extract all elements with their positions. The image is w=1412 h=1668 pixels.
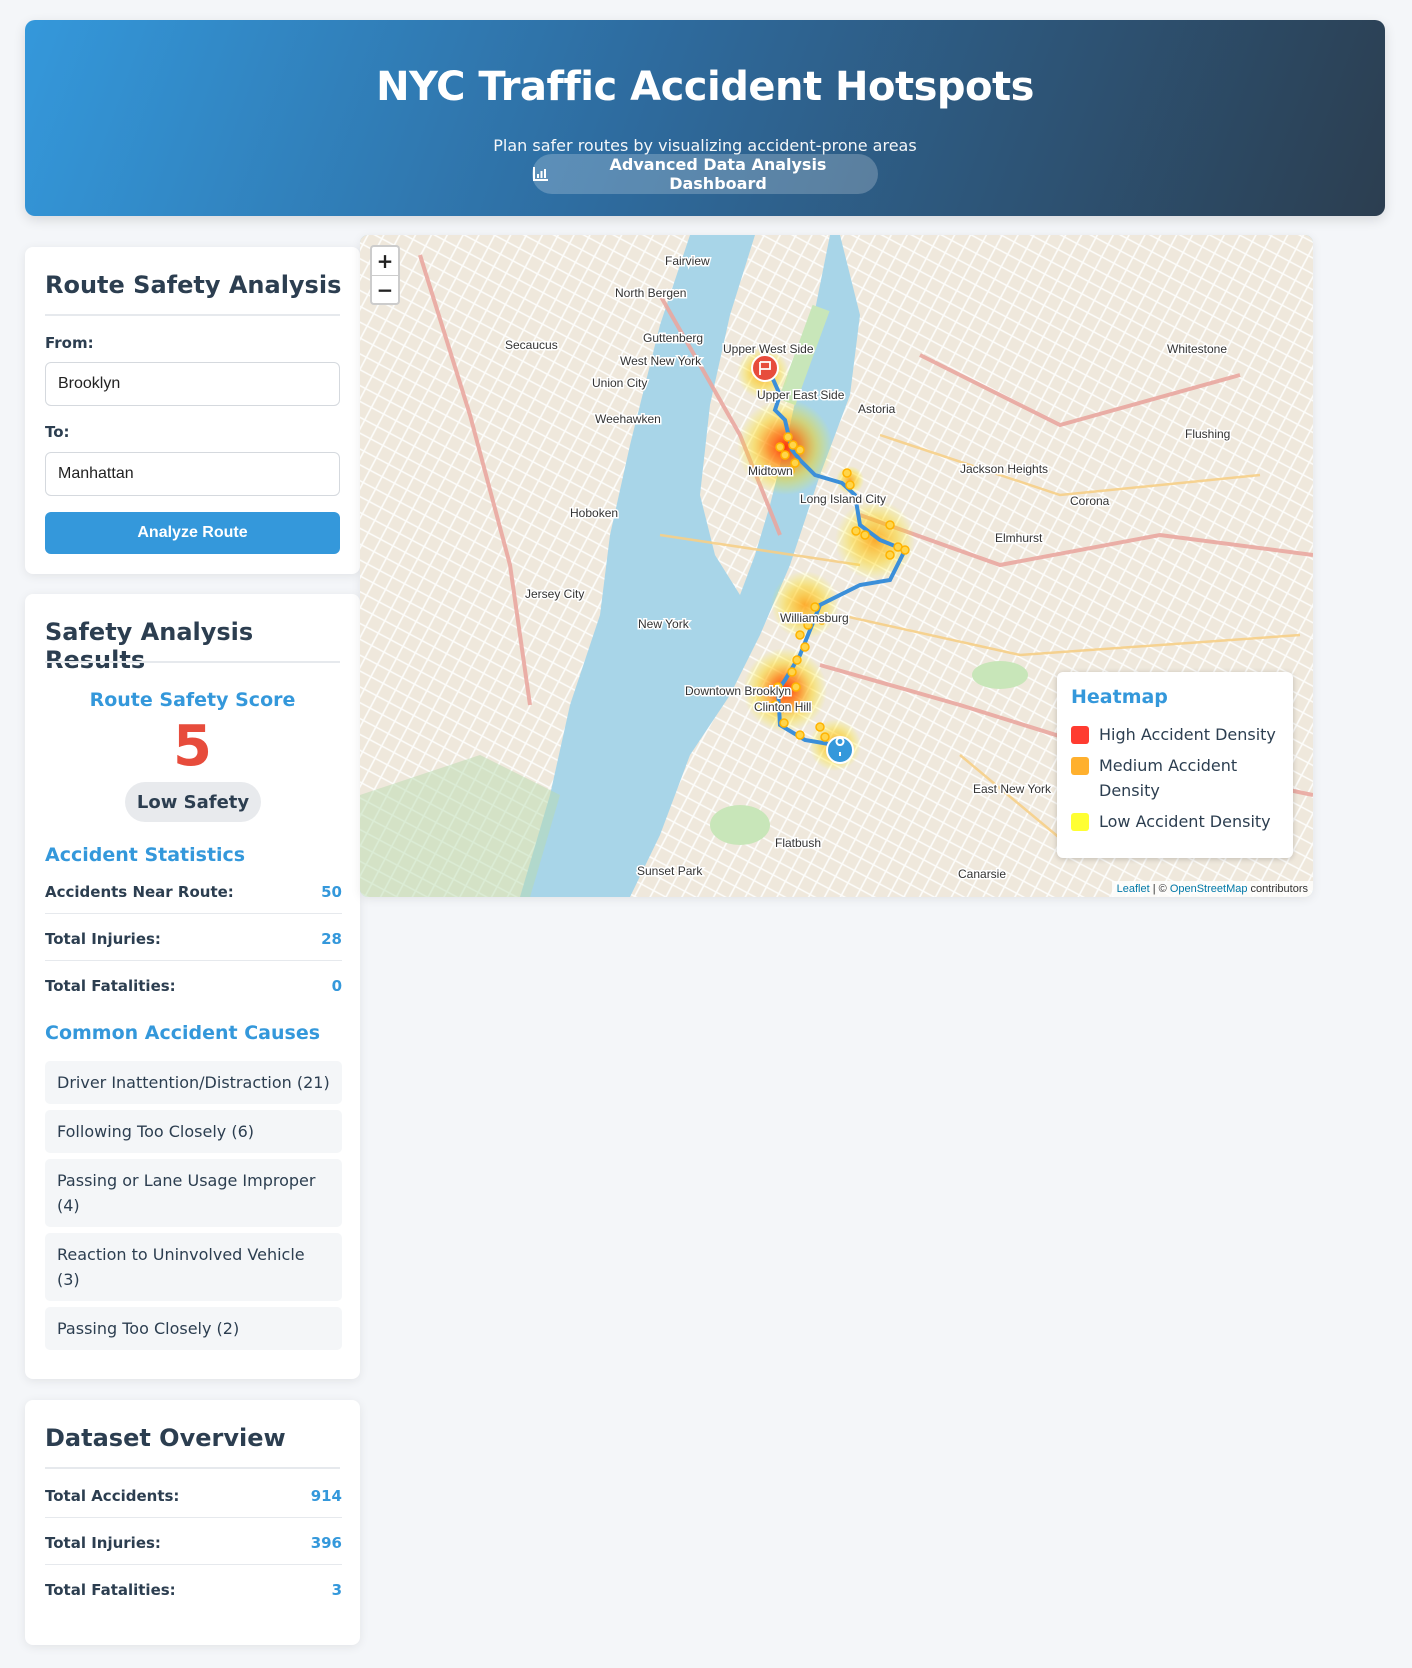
- to-input[interactable]: [45, 452, 340, 496]
- map-place-label: Clinton Hill: [754, 700, 811, 714]
- legend-swatch: [1071, 757, 1089, 775]
- stat-value: 0: [331, 977, 342, 995]
- stat-value: 3: [331, 1581, 342, 1599]
- cause-item: Following Too Closely (6): [45, 1110, 342, 1153]
- divider: [45, 314, 340, 316]
- osm-link[interactable]: OpenStreetMap: [1170, 883, 1248, 895]
- map-place-label: Jersey City: [525, 587, 584, 601]
- map-place-label: Downtown Brooklyn: [685, 684, 791, 698]
- results-card: Safety Analysis Results Route Safety Sco…: [25, 594, 360, 1379]
- map[interactable]: Fairview North Bergen Guttenberg Secaucus We…: [360, 235, 1313, 897]
- dataset-card: Dataset Overview Total Accidents: 914 To…: [25, 1400, 360, 1645]
- leaflet-link[interactable]: Leaflet: [1117, 883, 1150, 895]
- stat-label: Total Injuries:: [45, 929, 161, 948]
- legend-title: Heatmap: [1071, 686, 1168, 708]
- map-place-label: Canarsie: [958, 867, 1006, 881]
- map-place-label: Hoboken: [570, 506, 618, 520]
- score-title: Route Safety Score: [89, 689, 296, 711]
- dataset-row-accidents: Total Accidents: 914: [45, 1474, 342, 1518]
- cause-item: Reaction to Uninvolved Vehicle (3): [45, 1233, 342, 1301]
- dataset-row-fatalities: Total Fatalities: 3: [45, 1568, 342, 1612]
- stat-row-accidents: Accidents Near Route: 50: [45, 870, 342, 914]
- page-header: NYC Traffic Accident Hotspots Plan safer…: [25, 20, 1385, 216]
- safety-score: 5: [173, 714, 212, 779]
- map-place-label: Flushing: [1185, 427, 1230, 441]
- results-title: Safety Analysis Results: [45, 618, 254, 674]
- route-form-title: Route Safety Analysis: [45, 271, 342, 299]
- map-place-label: Midtown: [748, 464, 793, 478]
- stat-label: Total Accidents:: [45, 1486, 180, 1505]
- page: { "header": { "title": "NYC Traffic Acci…: [0, 0, 1412, 1668]
- from-label: From:: [45, 334, 94, 352]
- map-place-label: Upper West Side: [723, 342, 814, 356]
- page-title: NYC Traffic Accident Hotspots: [376, 64, 1034, 110]
- attribution-separator: | ©: [1149, 883, 1170, 895]
- origin-pin-icon[interactable]: [826, 736, 854, 764]
- stat-label: Total Fatalities:: [45, 977, 176, 995]
- heatmap-legend: Heatmap High Accident Density Medium Acc…: [1057, 672, 1293, 858]
- cause-item: Driver Inattention/Distraction (21): [45, 1061, 342, 1104]
- safety-rating-badge: Low Safety: [125, 782, 261, 822]
- map-place-label: Jackson Heights: [960, 462, 1048, 476]
- map-place-label: Secaucus: [505, 338, 558, 352]
- map-attribution: Leaflet | © OpenStreetMap contributors: [1111, 881, 1313, 897]
- legend-label: High Accident Density: [1099, 725, 1276, 744]
- dataset-row-injuries: Total Injuries: 396: [45, 1521, 342, 1565]
- map-place-label: Fairview: [665, 254, 710, 268]
- legend-item-low: Low Accident Density: [1071, 809, 1279, 834]
- page-subtitle: Plan safer routes by visualizing acciden…: [493, 136, 917, 155]
- legend-item-medium: Medium Accident Density: [1071, 753, 1279, 803]
- map-place-label: Corona: [1070, 494, 1110, 508]
- dashboard-button[interactable]: Advanced Data Analysis Dashboard: [532, 154, 878, 194]
- divider: [45, 1467, 340, 1469]
- analyze-route-button[interactable]: Analyze Route: [45, 512, 340, 554]
- accident-stats-title: Accident Statistics: [45, 844, 246, 866]
- attribution-suffix: contributors: [1247, 883, 1308, 895]
- map-place-label: Elmhurst: [995, 531, 1043, 545]
- from-input[interactable]: [45, 362, 340, 406]
- map-place-label: Guttenberg: [643, 331, 703, 345]
- stat-row-fatalities: Total Fatalities: 0: [45, 964, 342, 1008]
- legend-label: Low Accident Density: [1099, 812, 1271, 831]
- dashboard-button-label: Advanced Data Analysis Dashboard: [609, 155, 827, 193]
- stat-row-injuries: Total Injuries: 28: [45, 917, 342, 961]
- legend-item-high: High Accident Density: [1071, 722, 1279, 747]
- map-place-label: Union City: [592, 376, 647, 390]
- to-label: To:: [45, 423, 70, 441]
- map-place-label: Williamsburg: [780, 611, 849, 625]
- stat-label: Total Fatalities:: [45, 1581, 176, 1599]
- map-place-label: Flatbush: [775, 836, 821, 850]
- legend-label: Medium Accident Density: [1099, 756, 1238, 800]
- stat-label: Total Injuries:: [45, 1533, 161, 1552]
- map-place-label: East New York: [973, 782, 1052, 796]
- stat-value: 28: [321, 929, 342, 948]
- destination-flag-icon[interactable]: [751, 354, 779, 382]
- map-place-label: Astoria: [858, 402, 896, 416]
- stat-value: 396: [310, 1533, 342, 1552]
- stat-value: 914: [310, 1486, 342, 1505]
- stat-value: 50: [321, 882, 342, 901]
- route-form-card: Route Safety Analysis From: To: Analyze …: [25, 247, 360, 574]
- dataset-title: Dataset Overview: [45, 1424, 286, 1452]
- map-place-label: West New York: [620, 354, 702, 368]
- zoom-control: + −: [370, 245, 400, 305]
- map-place-label: Long Island City: [800, 492, 886, 506]
- bar-chart-icon: [533, 167, 548, 181]
- map-place-label: Whitestone: [1167, 342, 1227, 356]
- map-place-label: North Bergen: [615, 286, 686, 300]
- stat-label: Accidents Near Route:: [45, 882, 234, 901]
- map-place-label: New York: [638, 617, 690, 631]
- divider: [45, 661, 340, 663]
- zoom-out-button[interactable]: −: [372, 275, 398, 303]
- map-place-label: Upper East Side: [757, 388, 845, 402]
- zoom-in-button[interactable]: +: [372, 247, 398, 275]
- legend-swatch: [1071, 726, 1089, 744]
- causes-title: Common Accident Causes: [45, 1022, 321, 1044]
- map-place-label: Sunset Park: [637, 864, 703, 878]
- legend-swatch: [1071, 813, 1089, 831]
- cause-item: Passing Too Closely (2): [45, 1307, 342, 1350]
- cause-item: Passing or Lane Usage Improper (4): [45, 1159, 342, 1227]
- map-place-label: Weehawken: [595, 412, 661, 426]
